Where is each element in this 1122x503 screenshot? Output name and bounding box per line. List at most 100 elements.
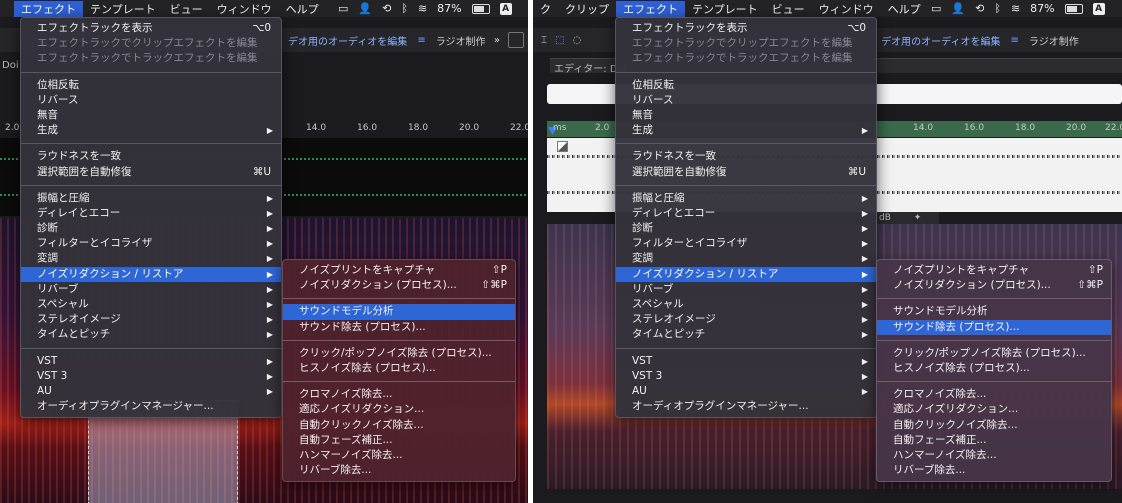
menu-item-au[interactable]: AU ▶ [616, 384, 876, 399]
submenu-item-hiss-reduction[interactable]: ヒスノイズ除去 (プロセス)... [877, 361, 1111, 376]
bluetooth-icon[interactable]: ᛒ [401, 2, 408, 15]
menu-item-auto-heal[interactable]: 選択範囲を自動修復 ⌘U [21, 165, 281, 180]
menu-item-silence[interactable]: 無音 [616, 108, 876, 123]
menu-item-reverse[interactable]: リバース [21, 93, 281, 108]
menu-item-modulation[interactable]: 変調 ▶ [21, 251, 281, 266]
display-icon[interactable]: ▭ [338, 2, 348, 15]
menu-item-plugin-manager[interactable]: オーディオプラグインマネージャー... [21, 399, 281, 414]
menu-item-invert[interactable]: 位相反転 [21, 78, 281, 93]
menu-item-generate[interactable]: 生成 ▶ [21, 123, 281, 138]
menu-templates[interactable]: テンプレート [83, 1, 163, 17]
menu-item-silence[interactable]: 無音 [21, 108, 281, 123]
submenu-item-auto-click-remover[interactable]: 自動クリックノイズ除去... [877, 418, 1111, 433]
menu-item-vst3[interactable]: VST 3 ▶ [616, 369, 876, 384]
workspace-tab-edit-audio[interactable]: デオ用のオーディオを編集 [288, 33, 407, 48]
menu-item-noise-reduction[interactable]: ノイズリダクション / リストア ▶ [21, 266, 281, 282]
menu-effects[interactable]: エフェクト [616, 0, 685, 17]
menu-item-delay-echo[interactable]: ディレイとエコー ▶ [21, 206, 281, 221]
menu-item-amplitude[interactable]: 振幅と圧縮 ▶ [616, 191, 876, 206]
menu-item-filter-eq[interactable]: フィルターとイコライザ ▶ [616, 236, 876, 251]
workspace-tab-radio[interactable]: ラジオ制作 [1029, 33, 1079, 48]
menu-item-vst[interactable]: VST ▶ [616, 354, 876, 369]
menu-item-match-loudness[interactable]: ラウドネスを一致 [616, 149, 876, 164]
menu-item-reverb[interactable]: リバーブ ▶ [21, 282, 281, 297]
lasso-tool-icon[interactable]: ◌ [572, 35, 581, 46]
menu-item-generate[interactable]: 生成 ▶ [616, 123, 876, 138]
submenu-item-dereverb[interactable]: リバーブ除去... [283, 463, 515, 478]
menu-item-match-loudness[interactable]: ラウドネスを一致 [21, 149, 281, 164]
submenu-item-click-pop-eliminator[interactable]: クリック/ポップノイズ除去 (プロセス)... [877, 346, 1111, 361]
submenu-item-auto-phase-correction[interactable]: 自動フェーズ補正... [877, 433, 1111, 448]
submenu-item-auto-phase-correction[interactable]: 自動フェーズ補正... [283, 433, 515, 448]
menu-item-invert[interactable]: 位相反転 [616, 78, 876, 93]
submenu-item-adaptive-noise-reduction[interactable]: 適応ノイズリダクション... [283, 402, 515, 417]
menu-item-diagnostics[interactable]: 診断 ▶ [21, 221, 281, 236]
menu-item-plugin-manager[interactable]: オーディオプラグインマネージャー... [616, 399, 876, 414]
submenu-item-auto-click-remover[interactable]: 自動クリックノイズ除去... [283, 418, 515, 433]
menu-item-show-effects-rack[interactable]: エフェクトラックを表示 ⌥0 [616, 21, 876, 36]
submenu-item-sound-remover[interactable]: サウンド除去 (プロセス)... [283, 320, 515, 335]
menu-item-amplitude[interactable]: 振幅と圧縮 ▶ [21, 191, 281, 206]
menu-window[interactable]: ウィンドウ [210, 1, 279, 17]
fade-handle-icon[interactable] [557, 141, 568, 152]
submenu-item-dehummer[interactable]: ハンマーノイズ除去... [877, 448, 1111, 463]
menu-clip[interactable]: クリップ [558, 1, 616, 17]
menu-item-au[interactable]: AU ▶ [21, 384, 281, 399]
menu-item-reverb[interactable]: リバーブ ▶ [616, 282, 876, 297]
menu-item-time-pitch[interactable]: タイムとピッチ ▶ [21, 327, 281, 342]
keyboard-input-icon[interactable]: A [499, 2, 512, 15]
menu-window[interactable]: ウィンドウ [812, 1, 881, 17]
submenu-item-capture-noise-print[interactable]: ノイズプリントをキャプチャ ⇧P [877, 263, 1111, 278]
more-workspaces-icon[interactable]: » [494, 35, 500, 46]
battery-icon[interactable] [1064, 3, 1083, 14]
menu-item-special[interactable]: スペシャル ▶ [616, 297, 876, 312]
submenu-item-chroma-denoise[interactable]: クロマノイズ除去... [283, 387, 515, 402]
time-machine-icon[interactable]: ⟲ [975, 2, 984, 15]
menu-view[interactable]: ビュー [163, 1, 210, 17]
submenu-item-noise-reduction-process[interactable]: ノイズリダクション (プロセス)... ⇧⌘P [877, 278, 1111, 293]
submenu-item-dereverb[interactable]: リバーブ除去... [877, 463, 1111, 478]
users-icon[interactable]: 👤 [358, 2, 372, 15]
marquee-tool-icon[interactable]: ⬚ [555, 35, 564, 46]
menu-item-noise-reduction[interactable]: ノイズリダクション / リストア ▶ [616, 266, 876, 282]
submenu-item-hiss-reduction[interactable]: ヒスノイズ除去 (プロセス)... [283, 361, 515, 376]
workspace-menu-icon[interactable]: ≡ [417, 35, 425, 46]
menu-item-modulation[interactable]: 変調 ▶ [616, 251, 876, 266]
keyboard-input-icon[interactable]: A [1092, 2, 1105, 15]
menu-effects[interactable]: エフェクト [14, 0, 83, 17]
submenu-item-chroma-denoise[interactable]: クロマノイズ除去... [877, 387, 1111, 402]
time-machine-icon[interactable]: ⟲ [382, 2, 391, 15]
wifi-icon[interactable]: ≋ [1011, 2, 1020, 15]
menu-item-stereo-imagery[interactable]: ステレオイメージ ▶ [21, 312, 281, 327]
menu-item-vst3[interactable]: VST 3 ▶ [21, 369, 281, 384]
submenu-item-noise-reduction-process[interactable]: ノイズリダクション (プロセス)... ⇧⌘P [283, 278, 515, 293]
time-select-icon[interactable]: ⌶ [541, 35, 547, 46]
menu-item-delay-echo[interactable]: ディレイとエコー ▶ [616, 206, 876, 221]
menu-help[interactable]: ヘルプ [881, 1, 928, 17]
workspace-tab-radio[interactable]: ラジオ制作 [436, 33, 486, 48]
submenu-item-adaptive-noise-reduction[interactable]: 適応ノイズリダクション... [877, 402, 1111, 417]
submenu-item-click-pop-eliminator[interactable]: クリック/ポップノイズ除去 (プロセス)... [283, 346, 515, 361]
submenu-item-dehummer[interactable]: ハンマーノイズ除去... [283, 448, 515, 463]
menu-partial[interactable]: ク [533, 1, 558, 17]
menu-templates[interactable]: テンプレート [685, 1, 765, 17]
submenu-item-sound-model-analysis[interactable]: サウンドモデル分析 [283, 304, 515, 320]
search-icon[interactable] [508, 32, 524, 48]
battery-icon[interactable] [471, 3, 490, 14]
submenu-item-capture-noise-print[interactable]: ノイズプリントをキャプチャ ⇧P [283, 263, 515, 278]
menu-item-reverse[interactable]: リバース [616, 93, 876, 108]
menu-item-stereo-imagery[interactable]: ステレオイメージ ▶ [616, 312, 876, 327]
menu-item-show-effects-rack[interactable]: エフェクトラックを表示 ⌥0 [21, 21, 281, 36]
menu-view[interactable]: ビュー [765, 1, 812, 17]
display-icon[interactable]: ▭ [931, 2, 941, 15]
menu-item-auto-heal[interactable]: 選択範囲を自動修復 ⌘U [616, 165, 876, 180]
bluetooth-icon[interactable]: ᛒ [994, 2, 1001, 15]
menu-item-diagnostics[interactable]: 診断 ▶ [616, 221, 876, 236]
menu-help[interactable]: ヘルプ [279, 1, 326, 17]
menu-item-special[interactable]: スペシャル ▶ [21, 297, 281, 312]
submenu-item-sound-remover[interactable]: サウンド除去 (プロセス)... [877, 319, 1111, 335]
menu-item-time-pitch[interactable]: タイムとピッチ ▶ [616, 327, 876, 342]
submenu-item-sound-model-analysis[interactable]: サウンドモデル分析 [877, 304, 1111, 319]
users-icon[interactable]: 👤 [951, 2, 965, 15]
pin-icon[interactable]: ✦ [914, 213, 922, 223]
